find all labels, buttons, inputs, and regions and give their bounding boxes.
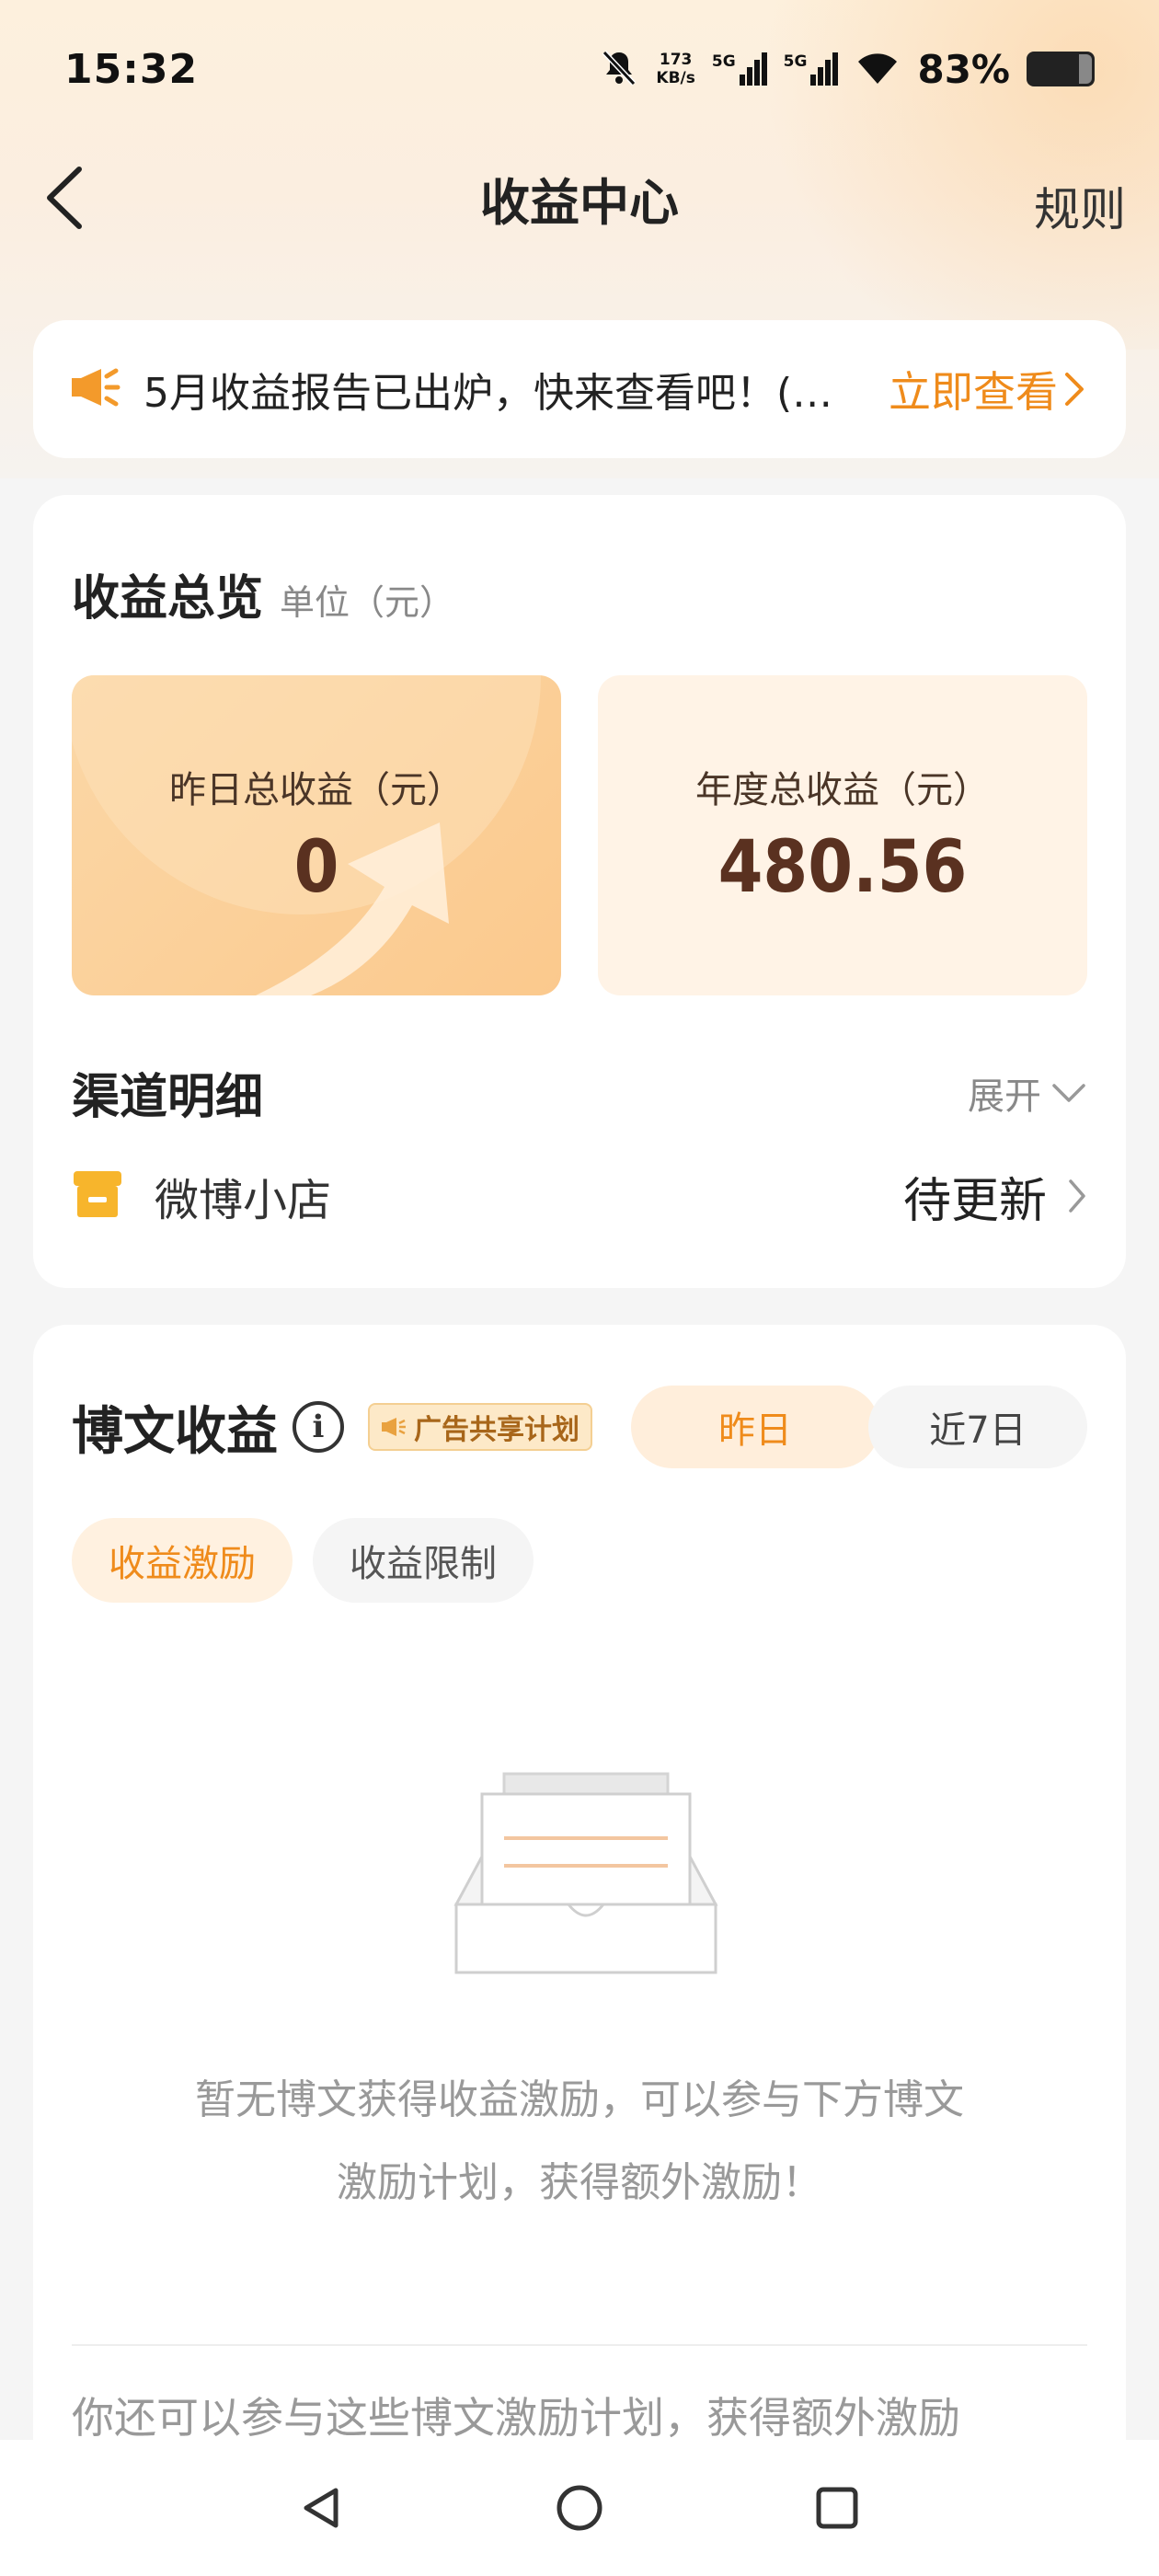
view-now-link[interactable]: 立即查看: [889, 359, 1085, 420]
chevron-right-icon: [1069, 1179, 1085, 1213]
network-speed: 173 KB/s: [656, 51, 695, 87]
home-circle-icon[interactable]: [543, 2471, 616, 2545]
mute-icon: [599, 47, 639, 91]
empty-state-message: 暂无博文获得收益激励，可以参与下方博文 激励计划，获得额外激励！: [195, 2076, 964, 2206]
channel-row-weibo-shop[interactable]: 微博小店 待更新: [72, 1159, 1087, 1233]
incentive-plans-hint: 你还可以参与这些博文激励计划，获得额外激励: [72, 2393, 960, 2443]
overview-header: 收益总览 单位（元）: [72, 559, 454, 628]
expand-button[interactable]: 展开: [968, 1066, 1087, 1120]
recents-square-icon[interactable]: [800, 2471, 874, 2545]
back-button[interactable]: [37, 167, 92, 229]
shop-icon: [72, 1169, 123, 1223]
chevron-left-icon: [47, 167, 82, 229]
page-title: 收益中心: [480, 173, 679, 232]
status-bar: 15:32 173 KB/s 5G 5G 83%: [0, 0, 1159, 138]
yesterday-earnings-tile[interactable]: 昨日总收益（元） 0: [72, 675, 561, 995]
chip-earnings-limit[interactable]: 收益限制: [313, 1518, 534, 1603]
yesterday-earnings-value: 0: [293, 826, 339, 909]
notice-text: 5月收益报告已出炉，快来查看吧！(…: [143, 370, 833, 417]
channel-name: 微博小店: [155, 1175, 332, 1226]
annual-earnings-value: 480.56: [717, 826, 968, 909]
chip-earnings-incentive[interactable]: 收益激励: [72, 1518, 293, 1603]
chevron-right-icon: [1065, 373, 1084, 406]
status-icons: 173 KB/s 5G 5G 83%: [599, 47, 1095, 92]
channel-status: 待更新: [903, 1162, 1087, 1231]
nav-bar: 收益中心 规则: [0, 147, 1159, 248]
channel-details-header: 渠道明细 展开: [72, 1058, 1087, 1127]
status-time: 15:32: [64, 45, 199, 93]
chevron-down-icon: [1052, 1083, 1085, 1102]
overview-title: 收益总览: [72, 571, 264, 627]
back-triangle-icon[interactable]: [285, 2471, 359, 2545]
post-earnings-card: 博文收益 i 广告共享计划 昨日 近7日 收益激励 收益限制 暂无博文获得收益激…: [33, 1325, 1126, 2576]
yesterday-earnings-label: 昨日总收益（元）: [169, 769, 464, 811]
battery-percent: 83%: [917, 46, 1010, 92]
empty-inbox-icon: [453, 1772, 718, 1974]
signal-icon: 5G: [784, 52, 839, 86]
annual-earnings-label: 年度总收益（元）: [695, 769, 990, 811]
wifi-icon: [855, 49, 901, 89]
tab-yesterday[interactable]: 昨日: [631, 1386, 879, 1468]
ad-sharing-badge[interactable]: 广告共享计划: [368, 1403, 592, 1451]
signal-icon: 5G: [712, 52, 767, 86]
notice-banner[interactable]: 5月收益报告已出炉，快来查看吧！(… 立即查看: [33, 320, 1126, 458]
overview-unit: 单位（元）: [280, 582, 455, 623]
info-icon[interactable]: i: [293, 1401, 344, 1453]
tab-last-7-days[interactable]: 近7日: [868, 1386, 1087, 1468]
system-nav-bar: [0, 2440, 1159, 2576]
battery-icon: [1027, 52, 1095, 86]
megaphone-icon: [70, 365, 121, 413]
divider: [72, 2344, 1087, 2346]
megaphone-icon: [382, 1418, 406, 1436]
annual-earnings-tile[interactable]: 年度总收益（元） 480.56: [598, 675, 1087, 995]
channel-details-title: 渠道明细: [72, 1070, 264, 1125]
rules-button[interactable]: 规则: [1034, 173, 1126, 239]
earnings-overview-card: 收益总览 单位（元） 昨日总收益（元） 0 年度总收益（元） 480.56 渠道…: [33, 495, 1126, 1288]
post-earnings-title: 博文收益: [72, 1401, 278, 1462]
